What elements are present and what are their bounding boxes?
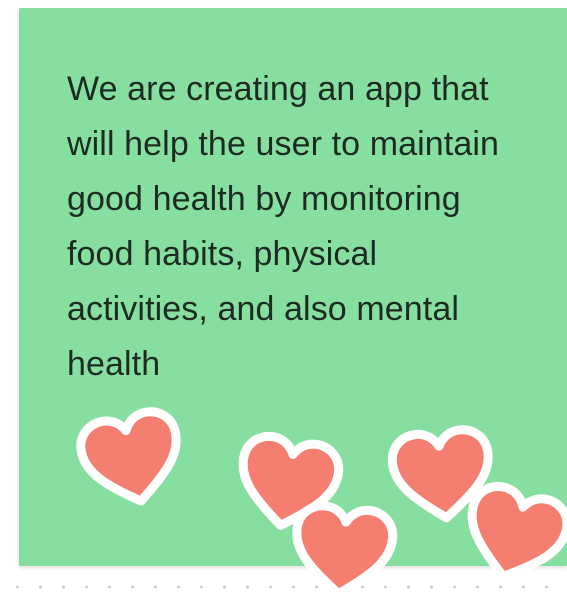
- heart-icon[interactable]: [283, 496, 403, 593]
- heart-icon[interactable]: [455, 480, 567, 590]
- sticky-note-text: We are creating an app that will help th…: [67, 70, 500, 383]
- heart-icon[interactable]: [72, 404, 192, 514]
- whiteboard-canvas: We are creating an app that will help th…: [0, 0, 567, 593]
